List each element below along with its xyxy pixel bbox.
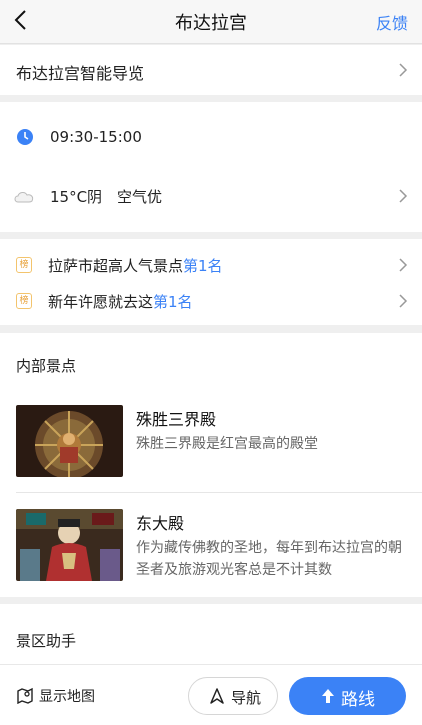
chevron-right-icon — [398, 62, 408, 78]
weather-temp: 15°C阴 — [50, 188, 103, 206]
ranking-text: 拉萨市超高人气景点 — [48, 257, 184, 275]
inner-attractions-section: 内部景点 殊胜三界殿 殊胜三界殿是红宫最高的殿堂 东大殿 作为藏传佛教的圣地，每… — [0, 333, 422, 597]
route-button[interactable]: 路线 — [289, 677, 406, 715]
page-title: 布达拉宫 — [175, 13, 247, 34]
spot-card[interactable]: 殊胜三界殿 殊胜三界殿是红宫最高的殿堂 — [0, 393, 422, 493]
ranking-item[interactable]: 榜 拉萨市超高人气景点第1名 — [0, 239, 422, 282]
bottom-action-bar: 显示地图 导航 路线 — [0, 664, 422, 725]
navigate-label: 导航 — [231, 689, 262, 707]
air-quality: 空气优 — [117, 188, 163, 206]
chevron-right-icon — [398, 293, 408, 309]
chevron-right-icon — [398, 257, 408, 273]
ranking-text: 新年许愿就去这 — [48, 293, 154, 311]
up-arrow-icon — [321, 688, 335, 704]
route-label: 路线 — [341, 690, 375, 710]
smart-guide-row[interactable]: 布达拉宫智能导览 — [0, 45, 422, 95]
cloud-icon — [13, 188, 37, 204]
map-icon — [16, 686, 34, 705]
ranking-section: 榜 拉萨市超高人气景点第1名 榜 新年许愿就去这第1名 — [0, 239, 422, 325]
spot-card[interactable]: 东大殿 作为藏传佛教的圣地，每年到布达拉宫的朝圣者及旅游观光客总是不计其数 — [0, 493, 422, 597]
scenic-assistant-section: 景区助手 — [0, 604, 422, 664]
chevron-right-icon[interactable] — [398, 188, 408, 204]
smart-guide-label: 布达拉宫智能导览 — [16, 64, 145, 83]
spot-title: 殊胜三界殿 — [136, 410, 217, 429]
spot-thumbnail — [16, 405, 123, 477]
navigation-arrow-icon — [209, 688, 225, 704]
info-section: 09:30-15:00 15°C阴 空气优 — [0, 102, 422, 232]
ranking-rank: 第1名 — [183, 257, 223, 275]
show-map-label: 显示地图 — [39, 689, 95, 705]
ranking-item[interactable]: 榜 新年许愿就去这第1名 — [0, 282, 422, 325]
section-heading: 景区助手 — [16, 632, 77, 650]
spot-thumbnail — [16, 509, 123, 581]
clock-icon — [16, 128, 34, 146]
ranking-rank: 第1名 — [153, 293, 193, 311]
spot-title: 东大殿 — [136, 514, 185, 533]
spot-description: 殊胜三界殿是红宫最高的殿堂 — [136, 436, 318, 452]
navigate-button[interactable]: 导航 — [188, 677, 278, 715]
spot-description: 作为藏传佛教的圣地，每年到布达拉宫的朝圣者及旅游观光客总是不计其数 — [136, 540, 402, 578]
ranking-badge: 榜 — [16, 257, 32, 273]
section-heading: 内部景点 — [16, 357, 77, 375]
feedback-link[interactable]: 反馈 — [376, 10, 408, 34]
ranking-badge: 榜 — [16, 293, 32, 309]
opening-hours: 09:30-15:00 — [50, 128, 142, 146]
top-nav-bar: 布达拉宫 反馈 — [0, 0, 422, 44]
